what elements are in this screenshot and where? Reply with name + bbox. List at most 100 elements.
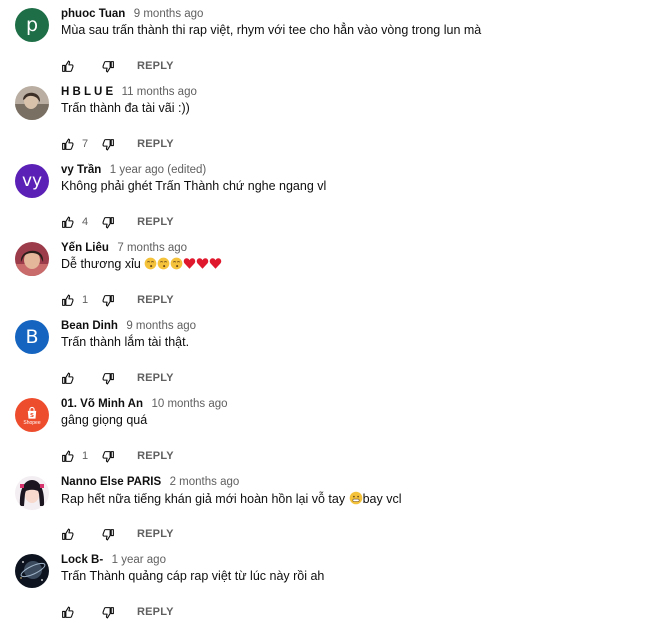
like-button[interactable] bbox=[61, 294, 74, 307]
comment-text: Không phải ghét Trấn Thành chứ nghe ngan… bbox=[61, 179, 327, 193]
dislike-button[interactable] bbox=[102, 216, 115, 229]
avatar[interactable] bbox=[15, 86, 49, 120]
comment-actions: 4 REPLY bbox=[61, 214, 174, 230]
comment-text: Trấn thành đa tài vãi :)) bbox=[61, 101, 190, 115]
like-count: 4 bbox=[82, 216, 89, 228]
comment-header: Bean Dinh 9 months ago bbox=[61, 316, 196, 334]
dislike-button[interactable] bbox=[102, 60, 115, 73]
comment-item: p phuoc Tuan 9 months ago Mùa sau trấn t… bbox=[0, 8, 650, 84]
comment-author[interactable]: Yến Liêu bbox=[61, 242, 109, 254]
thumbs-down-icon bbox=[102, 606, 114, 618]
dislike-button[interactable] bbox=[102, 372, 115, 385]
anime-avatar-icon bbox=[15, 476, 49, 510]
thumbs-up-icon bbox=[62, 372, 74, 384]
comment-header: phuoc Tuan 9 months ago bbox=[61, 4, 203, 22]
dislike-button[interactable] bbox=[102, 294, 115, 307]
thumbs-down-icon bbox=[102, 60, 114, 72]
comment-time[interactable]: 11 months ago bbox=[122, 86, 197, 98]
comment-item: S Shopee 01. Võ Minh An 10 months ago gâ… bbox=[0, 398, 650, 474]
like-button[interactable] bbox=[61, 372, 74, 385]
thumbs-up-icon bbox=[62, 450, 74, 462]
reply-button[interactable]: REPLY bbox=[137, 606, 174, 618]
kiss-emoji bbox=[170, 257, 183, 270]
comment-text: Mùa sau trấn thành thi rap việt, rhym vớ… bbox=[61, 23, 482, 37]
galaxy-avatar-icon bbox=[15, 554, 49, 588]
avatar-letter: vy bbox=[21, 170, 43, 191]
comment-time[interactable]: 9 months ago bbox=[134, 8, 204, 20]
like-button[interactable] bbox=[61, 528, 74, 541]
thumbs-up-icon bbox=[62, 60, 74, 72]
comment-author[interactable]: phuoc Tuan bbox=[61, 8, 125, 20]
reply-button[interactable]: REPLY bbox=[137, 216, 174, 228]
dislike-button[interactable] bbox=[102, 450, 115, 463]
avatar[interactable]: vy bbox=[15, 164, 49, 198]
thumbs-down-icon bbox=[102, 138, 115, 150]
avatar[interactable] bbox=[15, 476, 49, 510]
comment-item: B Bean Dinh 9 months ago Trấn thành lắm … bbox=[0, 320, 650, 396]
comment-author[interactable]: vy Trần bbox=[61, 164, 101, 176]
person-photo-icon bbox=[15, 242, 49, 276]
comment-item: vy vy Trần 1 year ago (edited) Không phả… bbox=[0, 164, 650, 240]
avatar[interactable]: B bbox=[15, 320, 49, 354]
thumbs-up-icon bbox=[62, 138, 74, 150]
thumbs-down-icon bbox=[102, 372, 114, 384]
like-button[interactable] bbox=[61, 606, 74, 619]
reply-button[interactable]: REPLY bbox=[137, 528, 174, 540]
avatar[interactable] bbox=[15, 554, 49, 588]
kiss-emoji bbox=[157, 257, 170, 270]
comment-time[interactable]: 1 year ago bbox=[112, 554, 166, 566]
comment-time[interactable]: 7 months ago bbox=[117, 242, 187, 254]
thumbs-up-icon bbox=[62, 606, 74, 618]
avatar[interactable] bbox=[15, 242, 49, 276]
comment-author[interactable]: Nanno Else PARIS bbox=[61, 476, 161, 488]
thumbs-down-icon bbox=[102, 450, 115, 462]
avatar-letter: p bbox=[25, 13, 39, 36]
like-count: 1 bbox=[82, 294, 89, 306]
dislike-button[interactable] bbox=[102, 606, 115, 619]
comment-actions: REPLY bbox=[61, 604, 174, 620]
comment-author[interactable]: Lock B- bbox=[61, 554, 103, 566]
comment-author[interactable]: H B L U E bbox=[61, 86, 113, 98]
comment-author[interactable]: Bean Dinh bbox=[61, 320, 118, 332]
comment-actions: 7 REPLY bbox=[61, 136, 174, 152]
heart-emoji bbox=[197, 258, 209, 269]
shopee-logo-text: Shopee bbox=[23, 420, 41, 426]
reply-button[interactable]: REPLY bbox=[137, 138, 174, 150]
reply-button[interactable]: REPLY bbox=[137, 450, 174, 462]
like-count: 7 bbox=[82, 138, 89, 150]
thumbs-up-icon bbox=[62, 294, 74, 306]
comment-time[interactable]: 9 months ago bbox=[126, 320, 196, 332]
comment-time[interactable]: 10 months ago bbox=[151, 398, 227, 410]
comment-header: Lock B- 1 year ago bbox=[61, 550, 166, 568]
comment-actions: REPLY bbox=[61, 58, 174, 74]
dislike-button[interactable] bbox=[102, 138, 115, 151]
comment-actions: REPLY bbox=[61, 526, 174, 542]
thumbs-down-icon bbox=[102, 294, 115, 306]
avatar[interactable]: S Shopee bbox=[15, 398, 49, 432]
heart-emoji bbox=[184, 258, 196, 269]
comment-time[interactable]: 1 year ago (edited) bbox=[110, 164, 207, 176]
kiss-emoji bbox=[144, 257, 157, 270]
reply-button[interactable]: REPLY bbox=[137, 60, 174, 72]
comment-header: 01. Võ Minh An 10 months ago bbox=[61, 394, 228, 412]
comment-author[interactable]: 01. Võ Minh An bbox=[61, 398, 143, 410]
reply-button[interactable]: REPLY bbox=[137, 372, 174, 384]
like-button[interactable] bbox=[61, 216, 74, 229]
comment-item: Nanno Else PARIS 2 months ago Rap hết nữ… bbox=[0, 476, 650, 552]
comment-item: H B L U E 11 months ago Trấn thành đa tà… bbox=[0, 86, 650, 162]
comment-time[interactable]: 2 months ago bbox=[170, 476, 240, 488]
comment-text-content: Rap hết nữa tiếng khán giả mới hoàn hồn … bbox=[61, 492, 349, 506]
comment-header: H B L U E 11 months ago bbox=[61, 82, 197, 100]
avatar-letter: B bbox=[25, 325, 39, 348]
like-count: 1 bbox=[82, 450, 89, 462]
avatar[interactable]: p bbox=[15, 8, 49, 42]
comment-text-content: Dễ thương xỉu bbox=[61, 257, 145, 271]
reply-button[interactable]: REPLY bbox=[137, 294, 174, 306]
dislike-button[interactable] bbox=[102, 528, 115, 541]
comment-actions: REPLY bbox=[61, 370, 174, 386]
like-button[interactable] bbox=[61, 450, 74, 463]
like-button[interactable] bbox=[61, 138, 74, 151]
like-button[interactable] bbox=[61, 60, 74, 73]
shopping-bag-icon: S bbox=[27, 406, 37, 419]
comment-item: Lock B- 1 year ago Trấn Thành quảng cáp … bbox=[0, 554, 650, 630]
